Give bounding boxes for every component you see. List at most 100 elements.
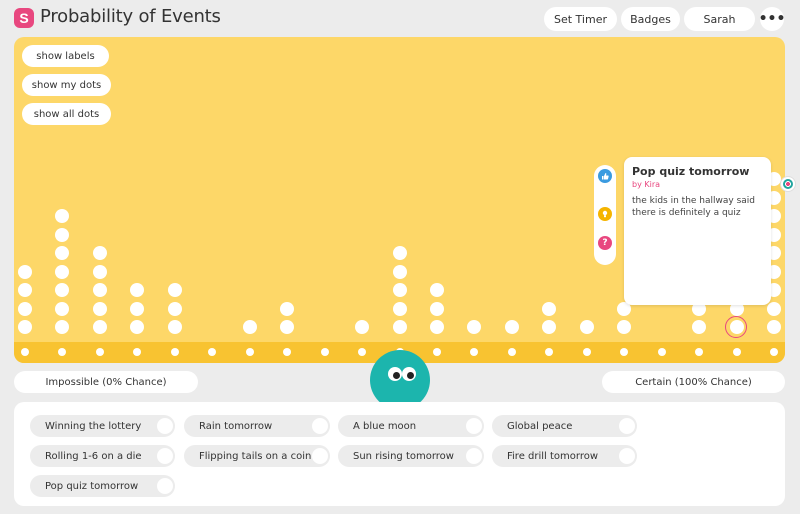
question-icon[interactable]: ? (598, 236, 612, 250)
event-dot[interactable] (392, 283, 407, 297)
slider-mascot-handle[interactable] (370, 350, 430, 410)
chip-handle[interactable] (157, 448, 173, 464)
event-chip[interactable]: Winning the lottery (30, 415, 175, 437)
event-dot[interactable] (429, 301, 444, 316)
event-dot[interactable] (692, 320, 707, 334)
track-marker[interactable] (695, 348, 704, 356)
event-chip[interactable]: Pop quiz tomorrow (30, 475, 175, 497)
track-marker[interactable] (582, 348, 591, 356)
event-dot[interactable] (392, 320, 407, 334)
badges-button[interactable]: Badges (621, 7, 680, 31)
track-marker[interactable] (283, 348, 292, 356)
like-icon[interactable] (598, 169, 612, 183)
track-marker[interactable] (770, 348, 778, 356)
track-marker[interactable] (358, 348, 367, 356)
event-chip[interactable]: A blue moon (338, 415, 484, 437)
impossible-label: Impossible (0% Chance) (14, 371, 198, 393)
event-dot[interactable] (167, 283, 182, 297)
event-dot[interactable] (542, 320, 557, 334)
chip-handle[interactable] (466, 418, 482, 434)
event-dot[interactable] (392, 246, 407, 260)
event-dot[interactable] (767, 320, 781, 334)
track-marker[interactable] (470, 348, 479, 356)
event-dot[interactable] (467, 320, 482, 334)
set-timer-button[interactable]: Set Timer (544, 7, 617, 31)
event-dot[interactable] (542, 301, 557, 316)
event-dot[interactable] (579, 320, 594, 334)
event-dot[interactable] (355, 320, 370, 334)
app-header: S Probability of Events Set Timer Badges… (0, 0, 800, 36)
event-dot[interactable] (242, 320, 257, 334)
event-dot[interactable] (167, 301, 182, 316)
event-dot[interactable] (55, 301, 70, 316)
chip-handle[interactable] (619, 418, 635, 434)
probability-board[interactable]: show labels show my dots show all dots ?… (14, 37, 785, 363)
event-dot[interactable] (92, 320, 107, 334)
event-dot[interactable] (617, 320, 632, 334)
event-dot[interactable] (280, 301, 295, 316)
event-dot[interactable] (92, 301, 107, 316)
event-dot[interactable] (55, 246, 70, 260)
user-menu-button[interactable]: Sarah (684, 7, 755, 31)
event-dot[interactable] (18, 320, 32, 334)
event-dot[interactable] (167, 320, 182, 334)
app-logo: S (14, 8, 34, 28)
event-chip[interactable]: Sun rising tomorrow (338, 445, 484, 467)
event-dot[interactable] (18, 301, 32, 316)
chip-handle[interactable] (157, 478, 173, 494)
track-marker[interactable] (507, 348, 516, 356)
event-dot[interactable] (55, 283, 70, 297)
event-dot[interactable] (429, 283, 444, 297)
event-chip[interactable]: Rolling 1-6 on a die (30, 445, 175, 467)
dot-actions-bar: ? (594, 165, 616, 265)
track-marker[interactable] (21, 348, 29, 356)
chip-handle[interactable] (619, 448, 635, 464)
track-marker[interactable] (245, 348, 254, 356)
event-dot[interactable] (392, 264, 407, 279)
page-title: Probability of Events (40, 6, 221, 27)
event-dot[interactable] (18, 283, 32, 297)
track-marker[interactable] (545, 348, 554, 356)
event-dot[interactable] (55, 320, 70, 334)
show-all-dots-button[interactable]: show all dots (22, 103, 111, 125)
chip-handle[interactable] (312, 418, 328, 434)
show-labels-button[interactable]: show labels (22, 45, 109, 67)
chip-handle[interactable] (312, 448, 328, 464)
event-dot[interactable] (280, 320, 295, 334)
event-dot[interactable] (55, 227, 70, 242)
event-chip[interactable]: Fire drill tomorrow (492, 445, 637, 467)
chip-handle[interactable] (157, 418, 173, 434)
track-marker[interactable] (170, 348, 179, 356)
track-marker[interactable] (133, 348, 142, 356)
track-marker[interactable] (58, 348, 67, 356)
event-dot[interactable] (55, 264, 70, 279)
track-marker[interactable] (320, 348, 329, 356)
event-dot[interactable] (92, 264, 107, 279)
event-chip[interactable]: Flipping tails on a coin (184, 445, 330, 467)
show-my-dots-button[interactable]: show my dots (22, 74, 111, 96)
event-chip[interactable]: Global peace (492, 415, 637, 437)
track-marker[interactable] (732, 348, 741, 356)
event-dot[interactable] (504, 320, 519, 334)
more-options-button[interactable]: ••• (759, 7, 785, 31)
event-dot[interactable] (130, 283, 145, 297)
track-marker[interactable] (208, 348, 217, 356)
event-dot[interactable] (92, 283, 107, 297)
target-icon[interactable] (780, 176, 796, 192)
event-dot[interactable] (392, 301, 407, 316)
track-marker[interactable] (95, 348, 104, 356)
event-dot[interactable] (92, 246, 107, 260)
chip-handle[interactable] (466, 448, 482, 464)
events-panel: Winning the lottery Rain tomorrow A blue… (14, 402, 785, 506)
track-marker[interactable] (432, 348, 441, 356)
event-dot[interactable] (767, 301, 781, 316)
event-dot[interactable] (55, 209, 70, 223)
event-dot[interactable] (130, 301, 145, 316)
track-marker[interactable] (657, 348, 666, 356)
track-marker[interactable] (620, 348, 629, 356)
lightbulb-icon[interactable] (598, 207, 612, 221)
event-chip[interactable]: Rain tomorrow (184, 415, 330, 437)
event-dot[interactable] (429, 320, 444, 334)
event-dot[interactable] (130, 320, 145, 334)
event-dot[interactable] (18, 264, 32, 279)
